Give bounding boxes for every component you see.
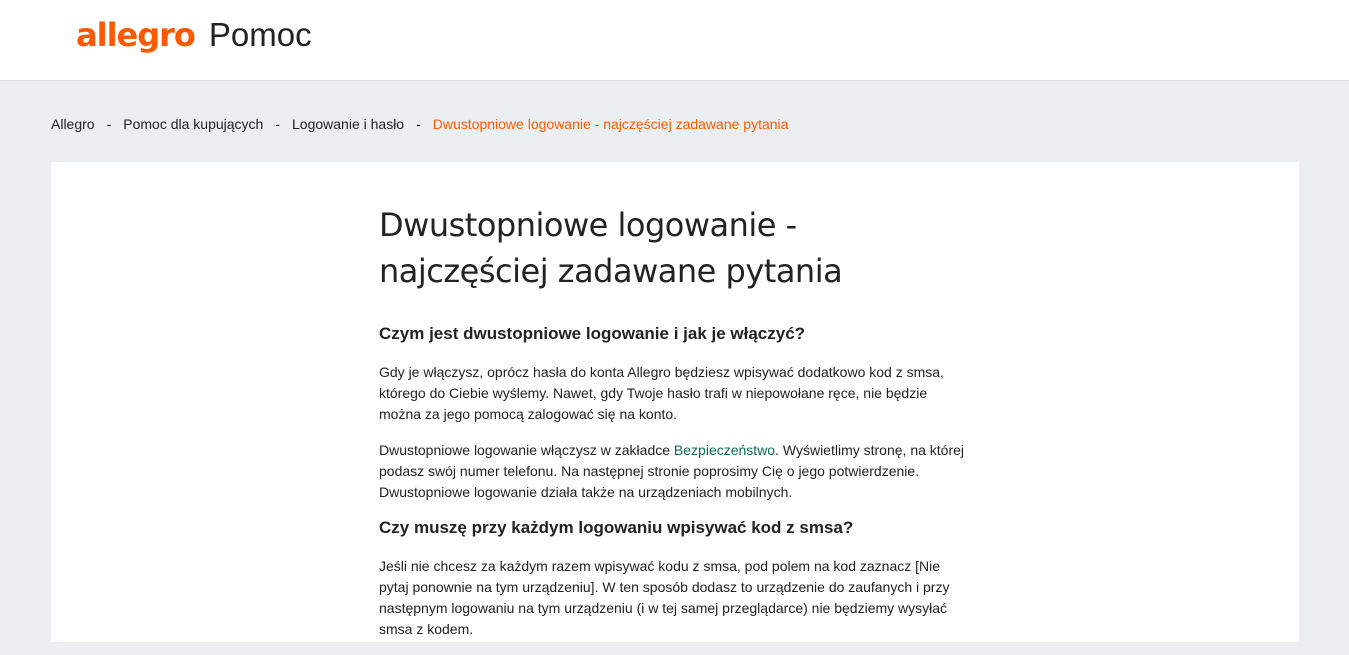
breadcrumb-item-buyer-help[interactable]: Pomoc dla kupujących [123, 116, 263, 132]
breadcrumb-item-current: Dwustopniowe logowanie - najczęściej zad… [432, 116, 789, 132]
breadcrumb-item-allegro[interactable]: Allegro [51, 116, 95, 132]
allegro-logo[interactable]: allegro [76, 16, 196, 54]
breadcrumb-item-login-password[interactable]: Logowanie i hasło [292, 116, 404, 132]
section-title[interactable]: Pomoc [209, 16, 312, 54]
breadcrumb: Allegro - Pomoc dla kupujących - Logowan… [51, 116, 788, 132]
article: Dwustopniowe logowanie - najczęściej zad… [379, 202, 969, 655]
breadcrumb-separator: - [416, 116, 421, 132]
section-heading-sms-code: Czy muszę przy każdym logowaniu wpisywać… [379, 518, 854, 537]
brand[interactable]: allegro Pomoc [76, 16, 312, 54]
paragraph-text: Dwustopniowe logowanie włączysz w zakład… [379, 442, 674, 458]
security-link[interactable]: Bezpieczeństwo [674, 442, 775, 458]
breadcrumb-separator: - [106, 116, 112, 132]
page-title: Dwustopniowe logowanie - najczęściej zad… [379, 202, 969, 294]
section-paragraph-with-link: Dwustopniowe logowanie włączysz w zakład… [379, 440, 969, 503]
top-header: allegro Pomoc [0, 0, 1349, 81]
breadcrumb-separator: - [275, 116, 281, 132]
page-title-line1: Dwustopniowe logowanie - [379, 206, 797, 244]
section-paragraph: Gdy je włączysz, oprócz hasła do konta A… [379, 364, 944, 422]
section-paragraph: Jeśli nie chcesz za każdym razem wpisywa… [379, 558, 950, 637]
section-heading-what-is: Czym jest dwustopniowe logowanie i jak j… [379, 324, 806, 343]
page-title-line2: najczęściej zadawane pytania [379, 252, 843, 290]
content-card: Dwustopniowe logowanie - najczęściej zad… [51, 162, 1299, 642]
